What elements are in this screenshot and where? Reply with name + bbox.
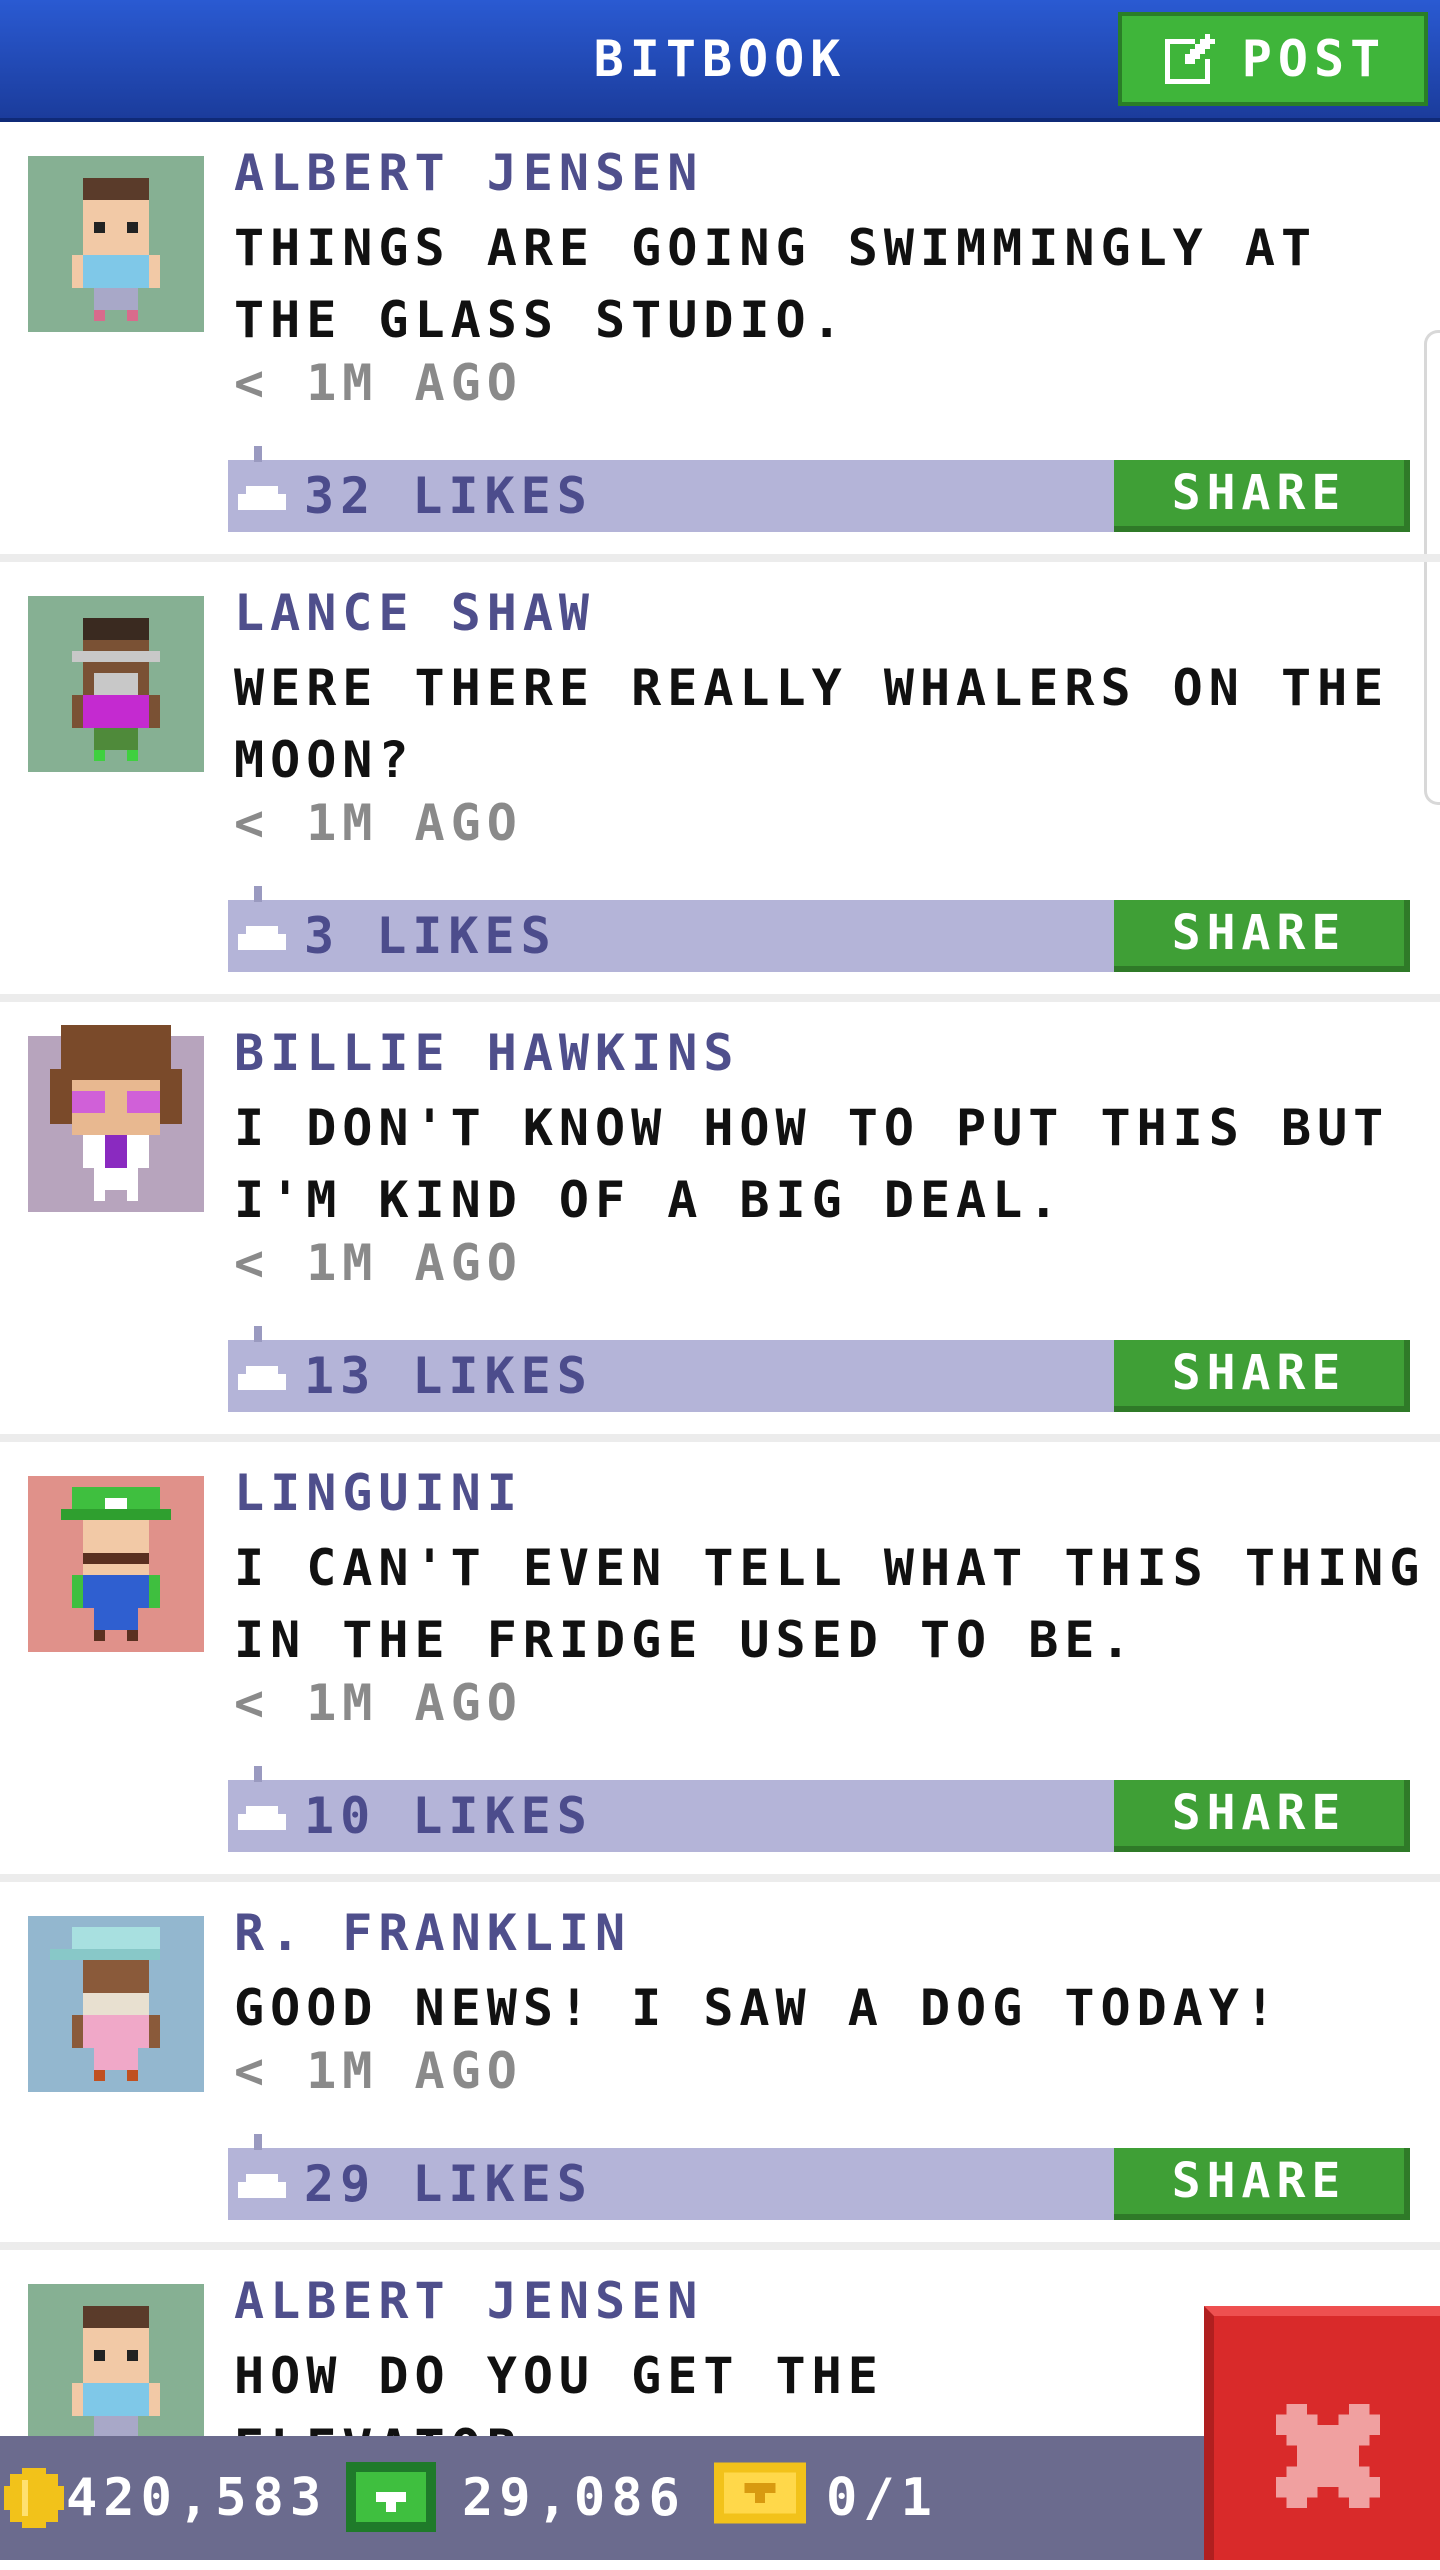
- post-author[interactable]: LINGUINI: [234, 1464, 523, 1522]
- post-author[interactable]: LANCE SHAW: [234, 584, 595, 642]
- post-message: THINGS ARE GOING SWIMMINGLY AT THE GLASS…: [234, 219, 1318, 349]
- post-author[interactable]: BILLIE HAWKINS: [234, 1024, 739, 1082]
- post-button[interactable]: POST: [1118, 12, 1428, 106]
- likes-count: 32 LIKES: [304, 467, 593, 525]
- post-card: BILLIE HAWKINS I DON'T KNOW HOW TO PUT T…: [0, 1002, 1440, 1442]
- ticket-icon: [714, 2462, 806, 2524]
- avatar-image: [28, 2284, 204, 2460]
- close-button[interactable]: [1204, 2306, 1440, 2560]
- avatar: [28, 156, 204, 332]
- close-icon: [1276, 2404, 1380, 2508]
- tickets-count: 0/1: [826, 2468, 938, 2528]
- post-author[interactable]: ALBERT JENSEN: [234, 2272, 703, 2330]
- like-icon[interactable]: [238, 1326, 286, 1406]
- coin-icon: [4, 2468, 64, 2528]
- avatar: [28, 2284, 204, 2460]
- post-card: R. FRANKLIN GOOD NEWS! I SAW A DOG TODAY…: [0, 1882, 1440, 2250]
- post-card: ALBERT JENSEN THINGS ARE GOING SWIMMINGL…: [0, 122, 1440, 562]
- avatar-image: [28, 156, 204, 332]
- avatar-image: [28, 1476, 204, 1652]
- likes-count: 3 LIKES: [304, 907, 557, 965]
- coins-count: 420,583: [66, 2468, 328, 2528]
- top-bar: BITBOOK POST: [0, 0, 1440, 122]
- bux-icon: [346, 2462, 436, 2532]
- avatar-image: [28, 1025, 204, 1212]
- share-button[interactable]: SHARE: [1114, 460, 1410, 532]
- bux-count: 29,086: [462, 2468, 686, 2528]
- likes-bar: 3 LIKES SHARE: [228, 886, 1410, 972]
- post-card: LINGUINI I CAN'T EVEN TELL WHAT THIS THI…: [0, 1442, 1440, 1882]
- avatar: [28, 1916, 204, 2092]
- like-icon[interactable]: [238, 446, 286, 526]
- post-author[interactable]: ALBERT JENSEN: [234, 144, 703, 202]
- post-time: < 1M AGO: [234, 1674, 523, 1732]
- share-button[interactable]: SHARE: [1114, 1780, 1410, 1852]
- avatar: [28, 596, 204, 772]
- likes-bar: 10 LIKES SHARE: [228, 1766, 1410, 1852]
- post-card: LANCE SHAW WERE THERE REALLY WHALERS ON …: [0, 562, 1440, 1002]
- avatar-image: [28, 596, 204, 772]
- post-author[interactable]: R. FRANKLIN: [234, 1904, 631, 1962]
- post-time: < 1M AGO: [234, 2042, 523, 2100]
- post-time: < 1M AGO: [234, 354, 523, 412]
- like-icon[interactable]: [238, 1766, 286, 1846]
- avatar: [28, 1025, 204, 1212]
- likes-count: 10 LIKES: [304, 1787, 593, 1845]
- likes-count: 13 LIKES: [304, 1347, 593, 1405]
- likes-bar: 29 LIKES SHARE: [228, 2134, 1410, 2220]
- share-button[interactable]: SHARE: [1114, 1340, 1410, 1412]
- share-button[interactable]: SHARE: [1114, 900, 1410, 972]
- post-message: I CAN'T EVEN TELL WHAT THIS THING IN THE…: [234, 1539, 1426, 1669]
- like-icon[interactable]: [238, 886, 286, 966]
- post-button-label: POST: [1241, 30, 1387, 88]
- like-icon[interactable]: [238, 2134, 286, 2214]
- avatar-image: [28, 1916, 204, 2092]
- share-button[interactable]: SHARE: [1114, 2148, 1410, 2220]
- post-time: < 1M AGO: [234, 794, 523, 852]
- likes-bar: 32 LIKES SHARE: [228, 446, 1410, 532]
- likes-bar: 13 LIKES SHARE: [228, 1326, 1410, 1412]
- edit-icon: [1164, 34, 1215, 84]
- post-time: < 1M AGO: [234, 1234, 523, 1292]
- avatar: [28, 1476, 204, 1652]
- likes-count: 29 LIKES: [304, 2155, 593, 2213]
- post-message: GOOD NEWS! I SAW A DOG TODAY!: [234, 1979, 1281, 2037]
- post-message: I DON'T KNOW HOW TO PUT THIS BUT I'M KIN…: [234, 1099, 1390, 1229]
- post-message: WERE THERE REALLY WHALERS ON THE MOON?: [234, 659, 1390, 789]
